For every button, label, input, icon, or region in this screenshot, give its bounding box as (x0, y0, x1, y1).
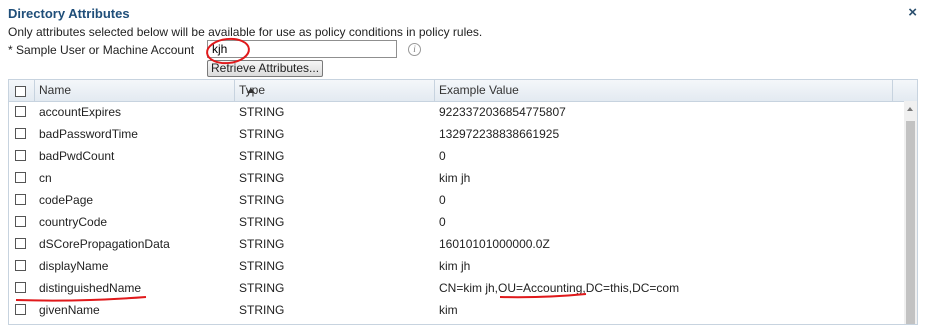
vertical-scrollbar[interactable] (904, 101, 917, 324)
attribute-example-value: 0 (439, 149, 446, 163)
attribute-name: displayName (39, 259, 109, 273)
row-checkbox[interactable] (15, 194, 26, 205)
attribute-name: dSCorePropagationData (39, 237, 170, 251)
info-icon[interactable]: i (408, 43, 421, 56)
column-header-name[interactable]: Name (35, 80, 255, 101)
row-checkbox[interactable] (15, 128, 26, 139)
table-row[interactable]: badPasswordTime STRING 132972238838661925 (9, 123, 904, 145)
attribute-type: STRING (239, 303, 285, 317)
attribute-name: givenName (39, 303, 100, 317)
table-row[interactable]: badPwdCount STRING 0 (9, 145, 904, 167)
dialog-title: Directory Attributes (8, 6, 130, 21)
attribute-type: STRING (239, 237, 285, 251)
attribute-type: STRING (239, 215, 285, 229)
row-checkbox[interactable] (15, 216, 26, 227)
attribute-name: cn (39, 171, 52, 185)
table-row[interactable]: codePage STRING 0 (9, 189, 904, 211)
grid-header: Name Type Example Value (9, 80, 917, 102)
attribute-name: badPasswordTime (39, 127, 138, 141)
attribute-example-value: kim (439, 303, 458, 317)
scrollbar-thumb[interactable] (906, 121, 915, 324)
row-checkbox[interactable] (15, 150, 26, 161)
attribute-type: STRING (239, 127, 285, 141)
row-checkbox[interactable] (15, 106, 26, 117)
scroll-up-icon[interactable] (907, 107, 913, 111)
attribute-type: STRING (239, 171, 285, 185)
column-header-example-label: Example Value (439, 83, 519, 97)
attribute-type: STRING (239, 105, 285, 119)
row-checkbox[interactable] (15, 238, 26, 249)
select-all-cell (9, 80, 35, 101)
row-checkbox[interactable] (15, 260, 26, 271)
attribute-name: distinguishedName (39, 281, 142, 295)
table-row[interactable]: dSCorePropagationData STRING 1601010100000… (9, 233, 904, 255)
attribute-example-value: 132972238838661925 (439, 127, 560, 141)
attribute-type: STRING (239, 281, 285, 295)
table-row[interactable]: displayName STRING kim jh (9, 255, 904, 277)
sample-account-label: * Sample User or Machine Account (8, 43, 195, 57)
row-checkbox[interactable] (15, 282, 26, 293)
attribute-type: STRING (239, 149, 285, 163)
attribute-name: badPwdCount (39, 149, 115, 163)
attribute-name: countryCode (39, 215, 108, 229)
column-header-name-label: Name (39, 83, 72, 97)
attribute-example-value: 9223372036854775807 (439, 105, 566, 119)
attribute-name: codePage (39, 193, 94, 207)
attribute-example-value: CN=kim jh,OU=Accounting,DC=this,DC=com (439, 281, 680, 295)
table-row[interactable]: distinguishedName STRING CN=kim jh,OU=Acco… (9, 277, 904, 299)
attribute-example-value: kim jh (439, 171, 471, 185)
attributes-grid: Name Type Example Value accountExpires ST… (8, 79, 918, 325)
attribute-example-value: kim jh (439, 259, 471, 273)
column-header-example[interactable]: Example Value (435, 80, 893, 101)
attribute-example-value: 16010101000000.0Z (439, 237, 550, 251)
column-header-type[interactable]: Type (235, 80, 435, 101)
sample-account-input[interactable] (207, 40, 397, 58)
row-checkbox[interactable] (15, 172, 26, 183)
attribute-type: STRING (239, 193, 285, 207)
column-header-type-label: Type (239, 83, 266, 97)
select-all-checkbox[interactable] (15, 86, 26, 97)
attribute-example-value: 0 (439, 215, 446, 229)
table-row[interactable]: cn STRING kim jh (9, 167, 904, 189)
retrieve-attributes-button[interactable]: Retrieve Attributes... (207, 60, 324, 77)
row-checkbox[interactable] (15, 304, 26, 315)
table-row[interactable]: givenName STRING kim (9, 299, 904, 321)
table-row[interactable]: countryCode STRING 0 (9, 211, 904, 233)
attribute-type: STRING (239, 259, 285, 273)
attribute-example-value: 0 (439, 193, 446, 207)
attribute-name: accountExpires (39, 105, 122, 119)
description-text: Only attributes selected below will be a… (8, 25, 483, 39)
close-icon[interactable]: × (908, 4, 917, 21)
table-row[interactable]: accountExpires STRING 9223372036854775807 (9, 101, 904, 123)
